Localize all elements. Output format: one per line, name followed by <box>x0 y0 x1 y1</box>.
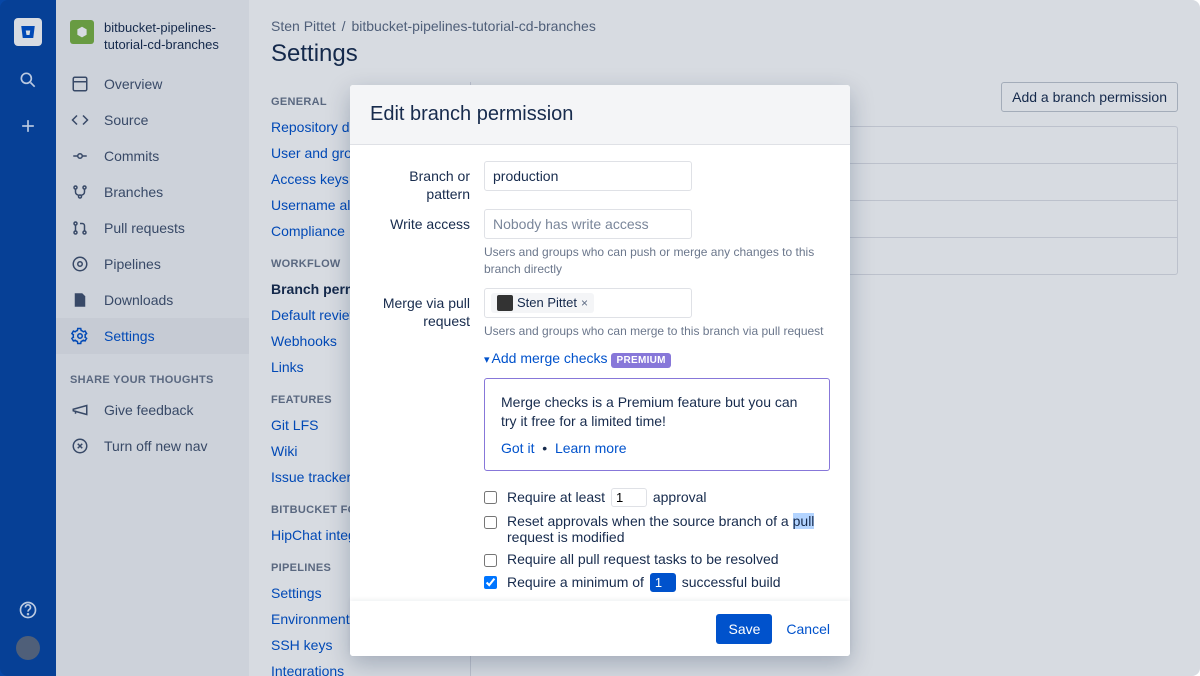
branch-input[interactable] <box>484 161 692 191</box>
merge-hint: Users and groups who can merge to this b… <box>484 323 824 340</box>
merge-label: Merge via pull request <box>370 288 470 330</box>
remove-chip-icon[interactable]: × <box>581 296 588 310</box>
check-reset-approvals: Reset approvals when the source branch o… <box>484 510 830 548</box>
check-require-builds: Require a minimum of successful build <box>484 570 830 595</box>
got-it-link[interactable]: Got it <box>501 440 534 456</box>
checkbox[interactable] <box>484 491 497 504</box>
write-access-hint: Users and groups who can push or merge a… <box>484 244 824 278</box>
write-access-input[interactable] <box>484 209 692 239</box>
modal-title: Edit branch permission <box>350 85 850 145</box>
premium-badge: PREMIUM <box>611 353 670 368</box>
cancel-button[interactable]: Cancel <box>786 621 830 637</box>
checkbox[interactable] <box>484 516 497 529</box>
check-require-approvals: Require at least approval <box>484 485 830 510</box>
avatar-icon <box>497 295 513 311</box>
chevron-down-icon: ▾ <box>484 353 490 366</box>
builds-count-input[interactable] <box>650 573 676 592</box>
checkbox[interactable] <box>484 554 497 567</box>
add-merge-checks-link[interactable]: Add merge checks <box>492 350 608 366</box>
checkbox[interactable] <box>484 576 497 589</box>
write-access-label: Write access <box>370 209 470 233</box>
merge-users-input[interactable]: Sten Pittet× <box>484 288 692 318</box>
save-button[interactable]: Save <box>716 614 772 644</box>
approvals-count-input[interactable] <box>611 488 647 507</box>
promo-learn-more-link[interactable]: Learn more <box>555 440 627 456</box>
premium-promo: Merge checks is a Premium feature but yo… <box>484 378 830 471</box>
check-require-tasks: Require all pull request tasks to be res… <box>484 548 830 570</box>
branch-label: Branch or pattern <box>370 161 470 203</box>
edit-branch-permission-modal: Edit branch permission Branch or pattern… <box>350 85 850 656</box>
user-chip: Sten Pittet× <box>491 293 594 313</box>
